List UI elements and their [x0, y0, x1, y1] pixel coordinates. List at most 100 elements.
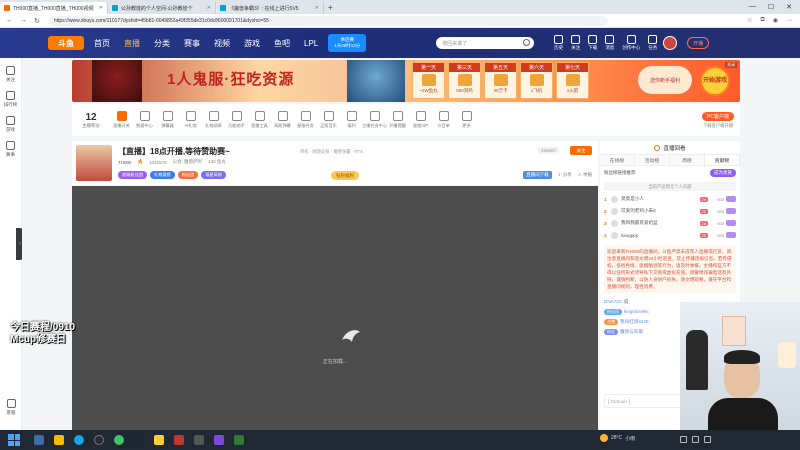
network-icon[interactable]	[680, 436, 687, 443]
sidebar-item-follow[interactable]: 关注	[0, 66, 21, 83]
toolbar-assistant[interactable]: 万能助手	[225, 111, 248, 129]
toolbar-star-task[interactable]: 星推任务	[294, 111, 317, 129]
menu-games[interactable]: 游戏	[244, 38, 260, 49]
rank-row[interactable]: 1 莫莫是小人 29 000	[600, 193, 740, 205]
app-icon[interactable]	[174, 435, 184, 445]
video-player[interactable]: 正在加载...	[72, 186, 598, 430]
menu-category[interactable]: 分类	[154, 38, 170, 49]
user-avatar[interactable]	[663, 36, 678, 50]
browser-tab-1[interactable]: TH000直播_TH000直播_TH000视频 ✕	[0, 2, 108, 14]
anchor-score[interactable]: 12 主播积分	[72, 112, 110, 129]
sidebar-item-events[interactable]: 赛事	[0, 141, 21, 158]
promo-banner[interactable]: 1人鬼服·狂吃资源 第一天 ~2W鱼丸 第三天 500洞鸡 第五天 30万卡 第六天 1…	[72, 60, 740, 102]
toolbar-vip[interactable]: 星推VIP	[409, 111, 432, 129]
sidebar-item-rank[interactable]: 排行榜	[0, 91, 21, 108]
maximize-icon[interactable]: ☐	[768, 3, 774, 11]
rank-row[interactable]: 4 liangppp 28 000	[600, 229, 740, 241]
extensions-icon[interactable]: ⧉	[760, 17, 764, 24]
toolbar-task-center[interactable]: 主播任务中心	[362, 111, 387, 129]
chrome-icon[interactable]	[114, 435, 124, 445]
rank-row[interactable]: 2 可爱的老鸡小朱6 28 000	[600, 205, 740, 217]
menu-live[interactable]: 直播	[124, 38, 140, 49]
banner-close-button[interactable]: 关闭	[725, 62, 737, 68]
tag-gift-hall[interactable]: 礼物展馆	[149, 171, 175, 179]
toolbar-medal[interactable]: 礼物勋章	[202, 111, 225, 129]
search-icon[interactable]	[34, 435, 44, 445]
toolbar-tools[interactable]: 直播工具	[248, 111, 271, 129]
chat-user[interactable]: 我叫红烧6425:	[620, 319, 650, 324]
menu-home[interactable]: 首页	[94, 38, 110, 49]
volume-icon[interactable]	[692, 436, 699, 443]
chat-user[interactable]: 魔兽与风暴:	[620, 329, 644, 334]
back-icon[interactable]: ←	[6, 17, 13, 25]
app-icon[interactable]	[214, 435, 224, 445]
tag-fan-club[interactable]: 粉丝团	[177, 171, 199, 179]
tab-contribution-rank[interactable]: 贡献榜	[705, 155, 740, 165]
download-button[interactable]: 下载	[588, 35, 598, 51]
edge-icon[interactable]	[74, 435, 84, 445]
search-input[interactable]: 搜回来谁了	[436, 37, 535, 49]
tab-week-rank[interactable]: 周榜	[670, 155, 705, 165]
obs-icon[interactable]	[94, 435, 104, 445]
windows-start-icon[interactable]	[8, 434, 20, 446]
banner-start-game-button[interactable]: 开始游戏	[700, 66, 730, 96]
anchor-name[interactable]: TH000	[118, 160, 132, 165]
toolbar-reminder[interactable]: 开播提醒	[386, 111, 409, 129]
sidebar-item-service[interactable]: 客服	[0, 399, 22, 416]
weather-widget[interactable]: 28°C 小雨	[600, 434, 635, 442]
toolbar-ai-gift[interactable]: AI礼物	[179, 111, 202, 129]
close-window-icon[interactable]: ✕	[786, 3, 792, 11]
guild-label[interactable]: 公会: 魔兽萨利	[173, 159, 203, 165]
toolbar-more[interactable]: 更多	[455, 111, 478, 129]
menu-events[interactable]: 赛事	[184, 38, 200, 49]
creator-center-button[interactable]: 创作中心	[622, 35, 640, 51]
rank-row[interactable]: 3 我和我最有爱奶盆 28 000	[600, 217, 740, 229]
toolbar-schedule[interactable]: 节目单	[432, 111, 455, 129]
toolbar-live-switch[interactable]: 直播开关	[110, 111, 133, 129]
download-room-button[interactable]: 直播间下载	[523, 171, 552, 179]
become-noble-button[interactable]: 成为贵族	[710, 169, 736, 177]
forward-icon[interactable]: →	[20, 17, 27, 25]
search-icon[interactable]	[523, 39, 531, 46]
report-button[interactable]: ⚠ 举报	[578, 172, 592, 178]
replay-header[interactable]: 直播回看	[600, 141, 740, 155]
toolbar-welfare[interactable]: 福利	[340, 111, 363, 129]
menu-lpl[interactable]: LPL	[304, 39, 318, 48]
chat-user[interactable]: DNA731:	[604, 299, 623, 304]
menu-yuba[interactable]: 鱼吧	[274, 38, 290, 49]
battery-icon[interactable]	[704, 436, 711, 443]
profile-icon[interactable]: ◉	[773, 17, 778, 24]
follow-button[interactable]: 关注	[570, 146, 592, 155]
close-tab-icon[interactable]: ✕	[207, 5, 211, 11]
pc-client-button[interactable]: PC客户端 下载客户端开播	[702, 111, 734, 129]
tag-lucky-star[interactable]: 福星高照	[201, 171, 227, 179]
douyu-logo[interactable]: 斗鱼	[48, 36, 84, 50]
tasks-button[interactable]: 任务	[648, 35, 658, 51]
toolbar-high-danmaku[interactable]: 高能弹幕	[271, 111, 294, 129]
close-tab-icon[interactable]: ✕	[99, 5, 103, 11]
file-explorer-icon[interactable]	[54, 435, 64, 445]
tab-online-rank[interactable]: 在线榜	[600, 155, 635, 165]
banner-cta[interactable]: 送你新手福利	[638, 66, 692, 94]
toolbar-music[interactable]: 正版音乐	[317, 111, 340, 129]
match-countdown-badge[interactable]: 季后赛 1天08时13分	[328, 34, 367, 52]
tag-super-fans[interactable]: 超级粉丝团	[118, 171, 147, 179]
app-icon[interactable]	[154, 435, 164, 445]
close-tab-icon[interactable]: ✕	[315, 5, 319, 11]
browser-tab-3[interactable]: 《魔兽争霸3》: 在线上进行5V5 ✕	[216, 2, 324, 14]
room-breadcrumb[interactable]: 单机 · 网游竞技 · 魔兽争霸 · RTS	[300, 149, 363, 155]
messages-button[interactable]: 消息	[605, 35, 615, 51]
gift-welfare-pill[interactable]: 钻粉福利	[331, 171, 359, 180]
favorites-icon[interactable]: ☆	[747, 17, 752, 24]
new-tab-icon[interactable]: +	[328, 3, 333, 12]
url-input[interactable]: https://www.douyu.com/110177dyshid=45b81…	[47, 15, 608, 26]
sidebar-item-games[interactable]: 游戏	[0, 116, 21, 133]
menu-video[interactable]: 视频	[214, 38, 230, 49]
steam-icon[interactable]	[134, 435, 144, 445]
minimize-icon[interactable]: —	[749, 3, 756, 11]
open-live-button[interactable]: 开播	[687, 37, 710, 49]
browser-tab-2[interactable]: 公孙教徒的个人空间-公孙教徒个 ✕	[108, 2, 216, 14]
anchor-avatar[interactable]	[76, 145, 112, 181]
reload-icon[interactable]: ↻	[34, 17, 40, 25]
history-button[interactable]: 历史	[554, 35, 564, 51]
